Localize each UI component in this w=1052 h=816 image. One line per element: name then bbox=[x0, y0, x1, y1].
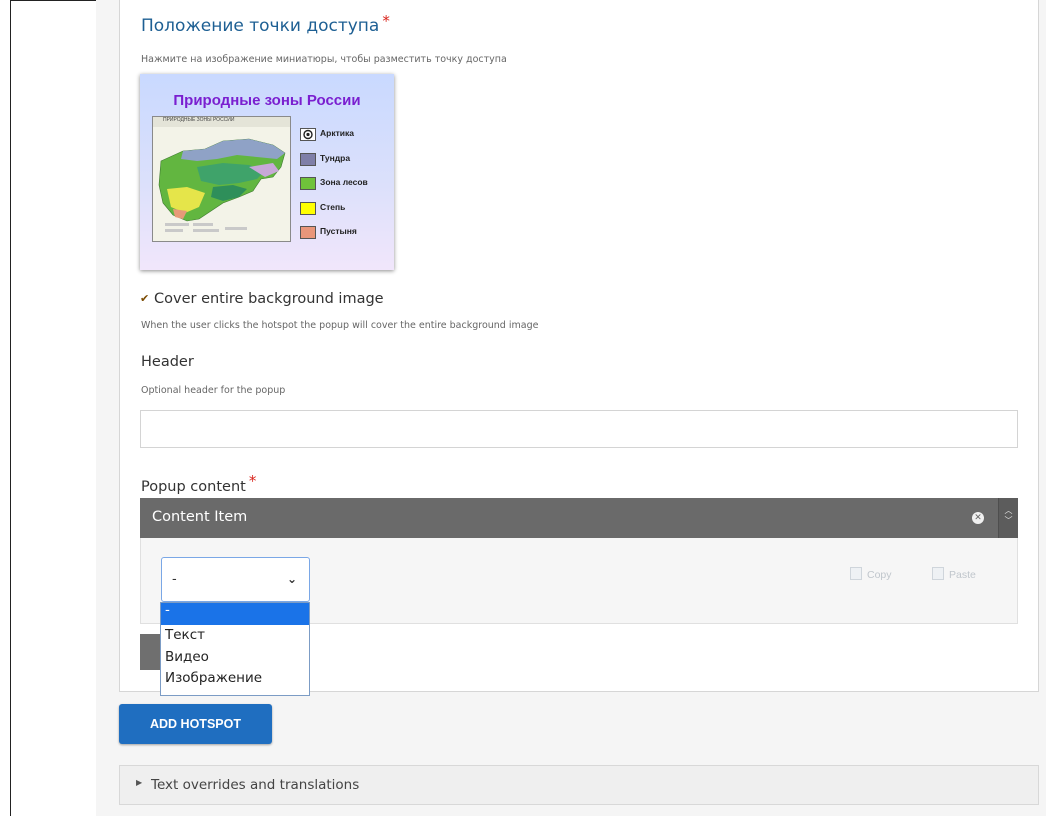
header-field-label: Header bbox=[141, 354, 194, 370]
thumbnail-title: Природные зоны России bbox=[173, 92, 361, 109]
legend-swatch bbox=[300, 152, 316, 166]
legend-label: Зона лесов bbox=[320, 177, 368, 187]
legend-swatch bbox=[300, 226, 316, 239]
legend-label: Степь bbox=[320, 201, 346, 212]
chevron-up-icon[interactable]: ︿ bbox=[999, 506, 1018, 516]
text-overrides-section[interactable]: ▶ Text overrides and translations bbox=[119, 765, 1039, 805]
select-value: - bbox=[172, 572, 177, 587]
popup-content-label: Popup content * bbox=[141, 472, 257, 495]
required-mark: * bbox=[382, 12, 390, 30]
copy-icon bbox=[850, 567, 862, 580]
hotspot-position-label: Положение точки доступа * bbox=[141, 12, 390, 36]
header-field-hint: Optional header for the popup bbox=[141, 385, 286, 396]
chevron-down-icon[interactable]: ﹀ bbox=[999, 516, 1018, 526]
legend-swatch bbox=[300, 128, 316, 141]
option-image[interactable]: Изображение bbox=[161, 668, 309, 690]
header-input[interactable] bbox=[140, 410, 1018, 448]
hotspot-position-hint: Нажмите на изображение миниатюры, чтобы … bbox=[141, 54, 507, 65]
cover-background-description: When the user clicks the hotspot the pop… bbox=[141, 320, 539, 331]
chevron-down-icon: ⌄ bbox=[286, 572, 297, 586]
paste-icon bbox=[932, 567, 944, 580]
legend-label: Арктика bbox=[320, 128, 354, 138]
legend-swatch bbox=[300, 177, 316, 190]
content-type-options[interactable]: - Текст Видео Изображение bbox=[160, 602, 310, 696]
option-video[interactable]: Видео bbox=[161, 647, 309, 669]
remove-item-icon[interactable]: ✕ bbox=[972, 512, 984, 524]
checkbox-checked-icon[interactable]: ✔ bbox=[140, 293, 150, 304]
content-item-header[interactable]: Content Item ✕ ︿ ﹀ bbox=[140, 498, 1018, 538]
option-text[interactable]: Текст bbox=[161, 625, 309, 647]
cover-background-label: Cover entire background image bbox=[154, 291, 384, 307]
cover-background-option[interactable]: ✔ Cover entire background image bbox=[140, 291, 384, 307]
legend-swatch bbox=[300, 201, 316, 215]
russia-map-image: ПРИРОДНЫЕ ЗОНЫ РОССИИ bbox=[152, 116, 291, 242]
legend-label: Тундра bbox=[320, 152, 351, 163]
map-header: ПРИРОДНЫЕ ЗОНЫ РОССИИ bbox=[153, 117, 290, 127]
paste-button[interactable]: Paste bbox=[932, 567, 976, 581]
option-none[interactable]: - bbox=[161, 603, 309, 625]
required-mark: * bbox=[248, 472, 257, 490]
text-overrides-label: Text overrides and translations bbox=[151, 777, 360, 793]
legend-label: Пустыня bbox=[320, 226, 357, 236]
content-item-title: Content Item bbox=[152, 509, 248, 525]
caret-right-icon: ▶ bbox=[136, 778, 143, 787]
map-drawing bbox=[158, 138, 286, 232]
add-hotspot-button[interactable]: ADD HOTSPOT bbox=[119, 704, 272, 744]
background-thumbnail[interactable]: Природные зоны России ПРИРОДНЫЕ ЗОНЫ РОС… bbox=[140, 74, 394, 270]
copy-button[interactable]: Copy bbox=[850, 567, 892, 581]
content-type-select[interactable]: - ⌄ bbox=[161, 557, 310, 602]
hotspot-marker-icon bbox=[303, 129, 313, 140]
reorder-handle[interactable]: ︿ ﹀ bbox=[998, 498, 1018, 538]
